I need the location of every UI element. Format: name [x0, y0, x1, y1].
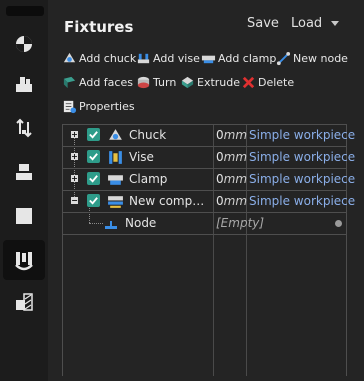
delete-label: Delete	[258, 76, 295, 89]
add-vise-button[interactable]: Add vise	[136, 51, 200, 66]
new-node-button[interactable]: New node	[276, 51, 348, 66]
check-icon	[89, 175, 98, 183]
tree-row-clamp[interactable]: + Clamp 0mm Simple workpiece	[63, 169, 355, 191]
tree-row-node[interactable]: Node [Empty]	[63, 213, 346, 235]
value-number: 0	[216, 150, 224, 164]
add-chuck-button[interactable]: Add chuck	[62, 51, 136, 66]
check-icon	[89, 153, 98, 161]
clamp-icon	[108, 175, 123, 185]
add-faces-button[interactable]: Add faces	[62, 75, 133, 90]
fixtures-panel: Fixtures Save Load Add chuck Add vise Ad…	[54, 0, 364, 381]
load-label: Load	[291, 16, 323, 31]
row-label: Clamp	[129, 172, 168, 186]
turn-label: Turn	[153, 76, 177, 89]
properties-icon	[63, 100, 77, 114]
add-faces-label: Add faces	[79, 76, 133, 89]
properties-button[interactable]: Properties	[62, 99, 135, 114]
checkbox[interactable]	[87, 194, 100, 207]
turn-icon	[137, 76, 150, 89]
delete-button[interactable]: Delete	[241, 75, 294, 90]
properties-label: Properties	[79, 100, 135, 113]
value-number: 0	[216, 128, 224, 142]
sidebar-part-button[interactable]	[3, 196, 45, 236]
checkbox[interactable]	[87, 172, 100, 185]
sidebar	[0, 0, 48, 381]
setup-icon	[16, 164, 32, 180]
save-button[interactable]: Save	[247, 16, 279, 31]
row-label: Vise	[129, 150, 154, 164]
vise-icon	[137, 53, 150, 64]
origin-icon	[16, 118, 32, 138]
status-dot	[335, 220, 342, 227]
value-number: 0	[216, 194, 224, 208]
node-icon	[105, 221, 117, 229]
extrude-icon	[181, 76, 194, 89]
row-label: New compon...	[129, 194, 209, 208]
workpiece-link[interactable]: Simple workpiece	[249, 128, 355, 142]
workpiece-icon	[16, 36, 32, 52]
drag-grip[interactable]	[6, 6, 44, 16]
component-icon	[108, 196, 123, 208]
checkbox[interactable]	[87, 128, 100, 141]
add-vise-label: Add vise	[153, 52, 200, 65]
sidebar-pattern-button[interactable]	[3, 282, 45, 322]
value-unit: mm	[223, 172, 248, 186]
clamp-icon	[201, 55, 216, 64]
extrude-button[interactable]: Extrude	[180, 75, 240, 90]
turn-button[interactable]: Turn	[136, 75, 176, 90]
new-node-label: New node	[293, 52, 348, 65]
panel-title: Fixtures	[64, 18, 134, 36]
add-clamp-label: Add clamp	[218, 52, 277, 65]
extrude-label: Extrude	[197, 76, 241, 89]
chevron-down-icon	[331, 21, 340, 26]
faces-icon	[63, 76, 76, 89]
chuck-icon	[109, 129, 122, 140]
workpiece-link[interactable]: Simple workpiece	[249, 172, 355, 186]
expand-toggle[interactable]: +	[71, 175, 78, 183]
delete-icon	[242, 76, 255, 89]
value-unit: mm	[223, 128, 248, 142]
check-icon	[89, 197, 98, 205]
value-unit: mm	[223, 150, 248, 164]
tree-row-vise[interactable]: + Vise 0mm Simple workpiece	[63, 147, 355, 169]
load-button[interactable]: Load	[291, 16, 340, 31]
sidebar-fixtures-button[interactable]	[3, 240, 45, 280]
check-icon	[89, 131, 98, 139]
add-clamp-button[interactable]: Add clamp	[201, 51, 276, 66]
offset-value[interactable]: 0mm	[216, 128, 247, 142]
sidebar-stock-button[interactable]	[3, 64, 45, 104]
collapse-toggle[interactable]: −	[71, 197, 78, 205]
workpiece-link[interactable]: Simple workpiece	[249, 150, 355, 164]
sidebar-workpiece-button[interactable]	[3, 24, 45, 64]
sidebar-origin-button[interactable]	[3, 108, 45, 148]
row-label: Chuck	[129, 128, 167, 142]
expand-toggle[interactable]: +	[71, 153, 78, 161]
offset-value[interactable]: 0mm	[216, 194, 247, 208]
part-icon	[16, 208, 32, 224]
tree-row-chuck[interactable]: + Chuck 0mm Simple workpiece	[63, 124, 355, 147]
fixtures-icon	[15, 252, 33, 271]
pattern-icon	[16, 293, 33, 311]
tree-row-new-component[interactable]: − New compon... 0mm Simple workpiece	[63, 191, 355, 213]
chuck-icon	[63, 52, 76, 63]
sidebar-setup-button[interactable]	[3, 152, 45, 192]
stock-icon	[16, 77, 32, 92]
value-unit: mm	[223, 194, 248, 208]
expand-toggle[interactable]: +	[71, 131, 78, 139]
new-node-icon	[276, 51, 291, 66]
vise-icon	[109, 151, 122, 164]
workpiece-link[interactable]: Simple workpiece	[249, 194, 355, 208]
offset-value[interactable]: 0mm	[216, 172, 247, 186]
node-value[interactable]: [Empty]	[216, 216, 264, 230]
value-number: 0	[216, 172, 224, 186]
fixtures-tree: + Chuck 0mm Simple workpiece + Vise 0mm …	[62, 124, 355, 376]
checkbox[interactable]	[87, 150, 100, 163]
add-chuck-label: Add chuck	[79, 52, 137, 65]
row-label: Node	[125, 216, 157, 230]
offset-value[interactable]: 0mm	[216, 150, 247, 164]
